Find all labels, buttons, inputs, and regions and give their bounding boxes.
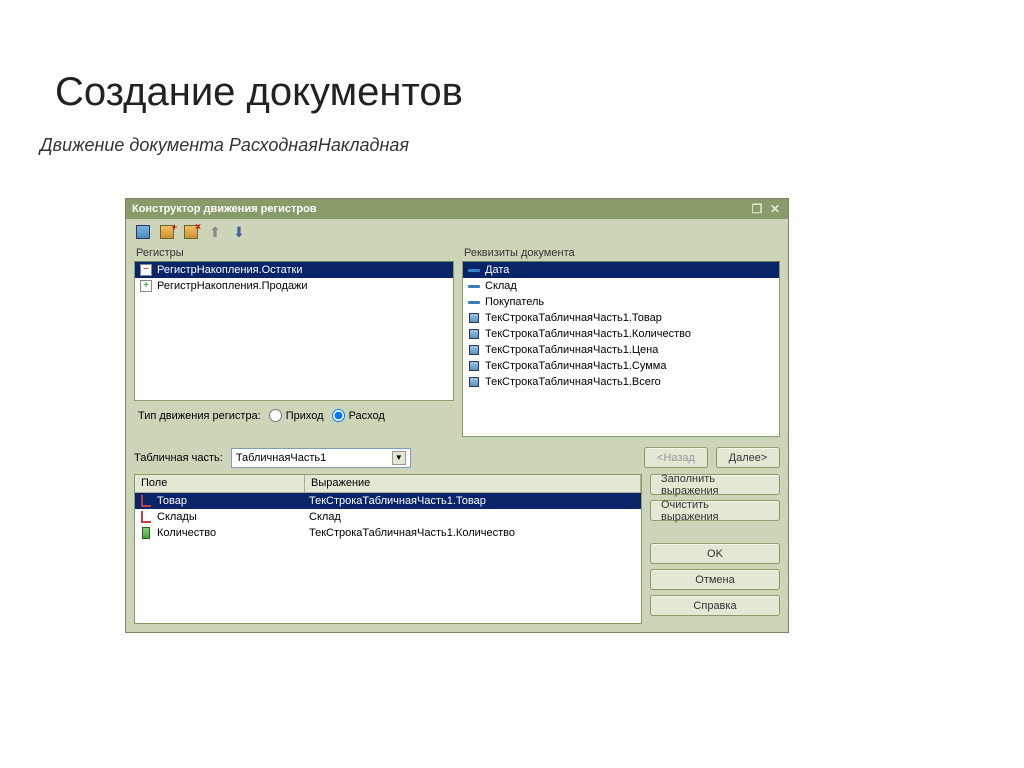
register-item[interactable]: −РегистрНакопления.Остатки bbox=[135, 262, 453, 278]
attribute-bar-icon bbox=[467, 295, 481, 309]
doc-attr-item[interactable]: ТекСтрокаТабличнаяЧасть1.Товар bbox=[463, 310, 779, 326]
plus-icon: + bbox=[139, 279, 153, 293]
doc-attr-label: ТекСтрокаТабличнаяЧасть1.Товар bbox=[485, 312, 662, 324]
slide-title: Создание документов bbox=[0, 0, 1024, 135]
col-expr: Выражение bbox=[305, 475, 641, 492]
col-field: Поле bbox=[135, 475, 305, 492]
move-up-icon[interactable]: ⬆ bbox=[206, 223, 224, 241]
back-button[interactable]: <Назад bbox=[644, 447, 708, 468]
combo-dropdown-icon[interactable]: ▼ bbox=[392, 451, 406, 465]
field-label: Количество bbox=[157, 527, 216, 539]
doc-attr-item[interactable]: ТекСтрокаТабличнаяЧасть1.Сумма bbox=[463, 358, 779, 374]
attribute-bar-icon bbox=[467, 279, 481, 293]
doc-attrs-listbox[interactable]: Дата Склад Покупатель ТекСтрокаТабличнаяЧас… bbox=[462, 261, 780, 437]
doc-attr-item[interactable]: ТекСтрокаТабличнаяЧасть1.Всего bbox=[463, 374, 779, 390]
expression-label: ТекСтрокаТабличнаяЧасть1.Товар bbox=[305, 495, 641, 507]
doc-attr-label: Склад bbox=[485, 280, 517, 292]
ok-button[interactable]: OK bbox=[650, 543, 780, 564]
registers-panel: Регистры −РегистрНакопления.Остатки+Реги… bbox=[134, 245, 454, 437]
tab-part-value: ТабличнаяЧасть1 bbox=[236, 452, 326, 464]
close-icon[interactable]: ✕ bbox=[768, 202, 782, 216]
toolbar-add-icon[interactable] bbox=[158, 223, 176, 241]
doc-attrs-panel: Реквизиты документа Дата Склад Покупатель Т… bbox=[462, 245, 780, 437]
movement-type-row: Тип движения регистра: Приход Расход bbox=[134, 401, 454, 428]
tab-part-label: Табличная часть: bbox=[134, 452, 223, 464]
radio-expense[interactable]: Расход bbox=[332, 409, 385, 422]
field-label: Товар bbox=[157, 495, 187, 507]
titlebar: Конструктор движения регистров ❐ ✕ bbox=[126, 199, 788, 219]
doc-attr-item[interactable]: Покупатель bbox=[463, 294, 779, 310]
attribute-bar-icon bbox=[467, 263, 481, 277]
dialog-window: Конструктор движения регистров ❐ ✕ ⬆ ⬇ Р… bbox=[125, 198, 789, 633]
maximize-icon[interactable]: ❐ bbox=[750, 202, 764, 216]
attribute-cube-icon bbox=[467, 359, 481, 373]
table-row[interactable]: Товар ТекСтрокаТабличнаяЧасть1.Товар bbox=[135, 493, 641, 509]
registers-listbox[interactable]: −РегистрНакопления.Остатки+РегистрНакопл… bbox=[134, 261, 454, 401]
expression-label: Склад bbox=[305, 511, 641, 523]
toolbar: ⬆ ⬇ bbox=[126, 219, 788, 245]
toolbar-new-icon[interactable] bbox=[134, 223, 152, 241]
registers-label: Регистры bbox=[134, 245, 454, 261]
titlebar-text: Конструктор движения регистров bbox=[132, 203, 750, 215]
table-row[interactable]: Количество ТекСтрокаТабличнаяЧасть1.Колич… bbox=[135, 525, 641, 541]
move-down-icon[interactable]: ⬇ bbox=[230, 223, 248, 241]
radio-income[interactable]: Приход bbox=[269, 409, 324, 422]
radio-income-label: Приход bbox=[286, 410, 324, 422]
fields-table[interactable]: Поле Выражение Товар ТекСтрокаТабличнаяЧа… bbox=[134, 474, 642, 624]
help-button[interactable]: Справка bbox=[650, 595, 780, 616]
expression-label: ТекСтрокаТабличнаяЧасть1.Количество bbox=[305, 527, 641, 539]
doc-attr-item[interactable]: ТекСтрокаТабличнаяЧасть1.Количество bbox=[463, 326, 779, 342]
attribute-cube-icon bbox=[467, 327, 481, 341]
doc-attr-item[interactable]: Склад bbox=[463, 278, 779, 294]
doc-attr-item[interactable]: ТекСтрокаТабличнаяЧасть1.Цена bbox=[463, 342, 779, 358]
table-header: Поле Выражение bbox=[135, 475, 641, 493]
toolbar-remove-icon[interactable] bbox=[182, 223, 200, 241]
cancel-button[interactable]: Отмена bbox=[650, 569, 780, 590]
resource-icon bbox=[139, 526, 153, 540]
field-label: Склады bbox=[157, 511, 197, 523]
right-button-column: Заполнить выражения Очистить выражения O… bbox=[650, 474, 780, 624]
minus-icon: − bbox=[139, 263, 153, 277]
attribute-cube-icon bbox=[467, 343, 481, 357]
attribute-cube-icon bbox=[467, 311, 481, 325]
doc-attr-label: Дата bbox=[485, 264, 509, 276]
doc-attr-label: ТекСтрокаТабличнаяЧасть1.Всего bbox=[485, 376, 661, 388]
doc-attrs-label: Реквизиты документа bbox=[462, 245, 780, 261]
fill-expressions-button[interactable]: Заполнить выражения bbox=[650, 474, 780, 495]
doc-attr-label: ТекСтрокаТабличнаяЧасть1.Цена bbox=[485, 344, 658, 356]
table-row[interactable]: Склады Склад bbox=[135, 509, 641, 525]
register-item-label: РегистрНакопления.Продажи bbox=[157, 280, 308, 292]
clear-expressions-button[interactable]: Очистить выражения bbox=[650, 500, 780, 521]
slide-subtitle: Движение документа РасходнаяНакладная bbox=[0, 135, 1024, 168]
doc-attr-label: ТекСтрокаТабличнаяЧасть1.Сумма bbox=[485, 360, 666, 372]
movement-type-label: Тип движения регистра: bbox=[138, 410, 261, 422]
register-item[interactable]: + РегистрНакопления.Продажи bbox=[135, 278, 453, 294]
tab-part-combo[interactable]: ТабличнаяЧасть1 ▼ bbox=[231, 448, 411, 468]
dimension-icon bbox=[139, 494, 153, 508]
register-item-label: РегистрНакопления.Остатки bbox=[157, 264, 302, 276]
radio-expense-label: Расход bbox=[349, 410, 385, 422]
doc-attr-label: Покупатель bbox=[485, 296, 544, 308]
next-button[interactable]: Далее> bbox=[716, 447, 780, 468]
dimension-icon bbox=[139, 510, 153, 524]
attribute-cube-icon bbox=[467, 375, 481, 389]
doc-attr-label: ТекСтрокаТабличнаяЧасть1.Количество bbox=[485, 328, 691, 340]
doc-attr-item[interactable]: Дата bbox=[463, 262, 779, 278]
